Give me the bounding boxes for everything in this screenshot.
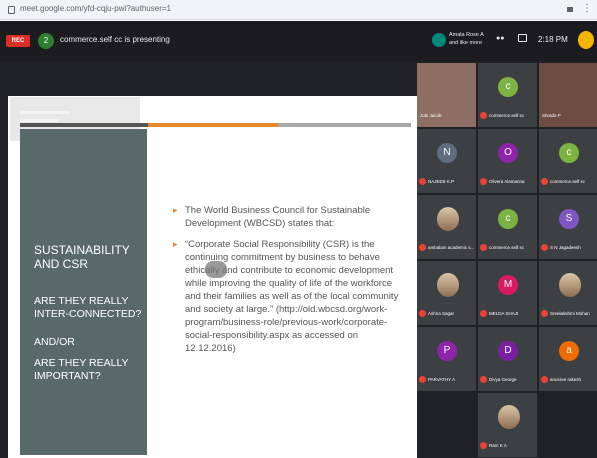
mic-off-icon: [480, 244, 487, 251]
participant-name: Sreelakshmi Mohan: [550, 311, 590, 316]
participant-tile[interactable]: S S N Jagadeesh: [539, 195, 597, 259]
participant-tile[interactable]: O Olivera Alamanna: [478, 129, 537, 193]
participant-tile[interactable]: Jobi Jacob: [417, 63, 476, 127]
participant-name: Jobi Jacob: [420, 113, 442, 118]
participant-name: PARVATHY A: [428, 377, 456, 382]
participant-name: S N Jagadeesh: [550, 245, 581, 250]
participant-tile[interactable]: c commerce.self sc: [478, 195, 537, 259]
mic-off-icon: [419, 244, 426, 251]
slide-bullets: The World Business Council for Sustainab…: [173, 204, 401, 363]
mic-off-icon: [541, 244, 548, 251]
participant-avatar: M: [498, 275, 518, 295]
participant-avatar: N: [437, 143, 457, 163]
meet-top-bar: REC 2 commerce.self cc is presenting Ama…: [0, 21, 597, 61]
participant-avatar: a: [559, 341, 579, 361]
mic-off-icon: [419, 178, 426, 185]
participant-photo: [437, 273, 459, 297]
mic-off-icon: [480, 112, 487, 119]
mic-off-icon: [480, 376, 487, 383]
participant-tile[interactable]: Ram K A: [478, 393, 537, 457]
participant-name: ambalam academic s...: [428, 245, 474, 250]
clock-time: 2:18 PM: [538, 35, 568, 44]
presenter-line: Amala Rose A and like more: [449, 32, 484, 46]
participant-avatar: S: [559, 209, 579, 229]
participant-name: anusree rakesh: [550, 377, 582, 382]
lock-icon: [8, 6, 15, 14]
slide-left-title: SUSTAINABILITY AND CSR: [34, 243, 130, 271]
participant-grid: Jobi Jacob c commerce.self sc Shrada P N NAJE…: [417, 61, 597, 458]
slide-left-panel: SUSTAINABILITY AND CSR ARE THEY REALLY I…: [20, 129, 147, 455]
participant-photo: [437, 207, 459, 231]
mic-off-icon: [419, 376, 426, 383]
participant-photo: [498, 405, 520, 429]
people-icon[interactable]: ●●: [496, 35, 504, 42]
slide-top-bar-orange: [148, 123, 281, 127]
mic-off-icon: [480, 178, 487, 185]
participant-name: Divya George: [489, 377, 517, 382]
mic-off-icon: [541, 178, 548, 185]
participant-name: Olivera Alamanna: [489, 179, 525, 184]
chat-icon[interactable]: [518, 34, 527, 42]
camera-permission-icon[interactable]: [567, 7, 573, 12]
presentation-view: SUSTAINABILITY AND CSR ARE THEY REALLY I…: [8, 96, 417, 458]
participant-avatar: c: [559, 143, 579, 163]
participant-name: MELDA SHAJI: [489, 311, 519, 316]
participant-tile[interactable]: N NAJEEB K.P: [417, 129, 476, 193]
participant-name: NAJEEB K.P: [428, 179, 455, 184]
participant-tile[interactable]: ambalam academic s...: [417, 195, 476, 259]
slide-bullet: The World Business Council for Sustainab…: [173, 204, 401, 230]
participant-avatar: D: [498, 341, 518, 361]
participant-tile[interactable]: P PARVATHY A: [417, 327, 476, 391]
presenter-avatar: [432, 33, 446, 47]
participant-name: Ram K A: [489, 443, 507, 448]
participant-tile[interactable]: M MELDA SHAJI: [478, 261, 537, 325]
participant-photo: [559, 273, 581, 297]
mic-off-icon: [419, 310, 426, 317]
participant-tile[interactable]: D Divya George: [478, 327, 537, 391]
mic-off-icon: [480, 310, 487, 317]
slide-left-question-2: ARE THEY REALLY IMPORTANT?: [34, 357, 129, 382]
participant-avatar: c: [498, 209, 518, 229]
meet-window: REC 2 commerce.self cc is presenting Ama…: [0, 21, 597, 458]
participant-count-badge[interactable]: 2: [38, 33, 54, 49]
participant-tile[interactable]: a anusree rakesh: [539, 327, 597, 391]
presenting-status: commerce.self cc is presenting: [60, 35, 170, 44]
self-avatar[interactable]: [578, 31, 594, 49]
participant-avatar: O: [498, 143, 518, 163]
pointer-chip: [205, 261, 227, 278]
participant-name: commerce.self sc: [489, 245, 525, 250]
url-text[interactable]: meet.google.com/yfd-cqju-pwi?authuser=1: [20, 4, 171, 13]
slide-left-andor: AND/OR: [34, 336, 75, 348]
participant-tile[interactable]: Shrada P: [539, 63, 597, 127]
mic-off-icon: [541, 376, 548, 383]
recording-badge: REC: [6, 35, 30, 47]
more-vert-icon[interactable]: ⋮: [582, 3, 592, 15]
participant-name: Ashna Sagar: [428, 311, 455, 316]
participant-avatar: c: [498, 77, 518, 97]
participant-tile[interactable]: c commerce.self sc: [478, 63, 537, 127]
participant-avatar: P: [437, 341, 457, 361]
participant-tile[interactable]: Sreelakshmi Mohan: [539, 261, 597, 325]
mic-off-icon: [480, 442, 487, 449]
slide-top-bar-dark: [20, 123, 153, 127]
slide-bullet: “Corporate Social Responsibility (CSR) i…: [173, 238, 401, 355]
participant-tile[interactable]: Ashna Sagar: [417, 261, 476, 325]
slide-top-bar-gray: [278, 123, 411, 127]
participant-name: Shrada P: [542, 113, 561, 118]
participant-name: commerce.self sc: [550, 179, 586, 184]
slide-left-question-1: ARE THEY REALLY INTER-CONNECTED?: [34, 295, 142, 320]
mic-off-icon: [541, 310, 548, 317]
participant-name: commerce.self sc: [489, 113, 525, 118]
browser-url-bar[interactable]: meet.google.com/yfd-cqju-pwi?authuser=1 …: [0, 0, 597, 20]
participant-tile[interactable]: c commerce.self sc: [539, 129, 597, 193]
